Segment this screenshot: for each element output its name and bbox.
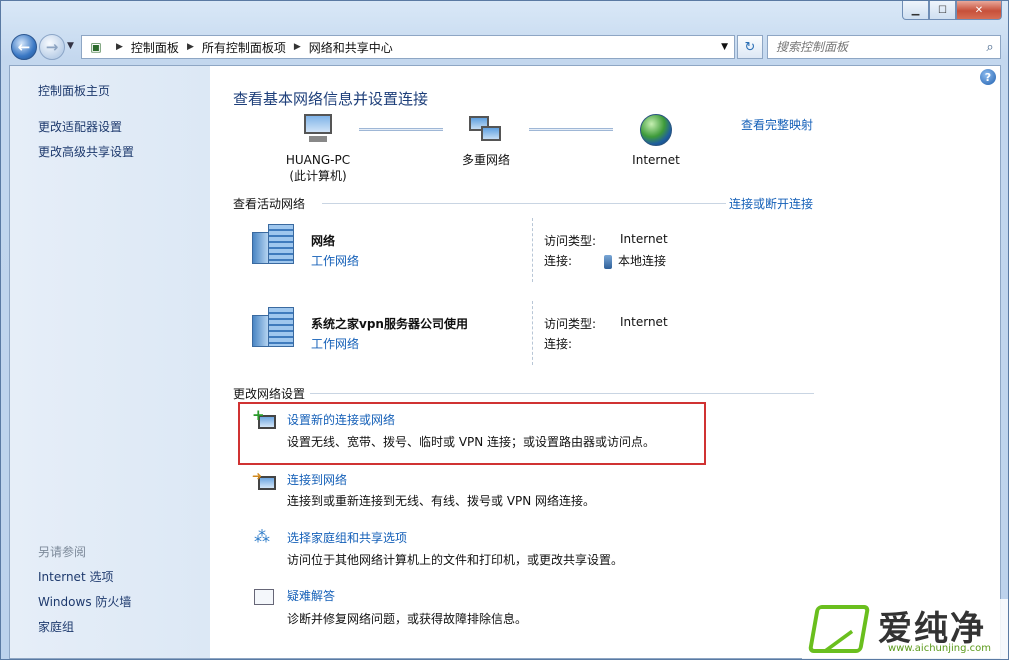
main-panel: ? 查看基本网络信息并设置连接 查看完整映射 HUANG-PC (此计算机) 多… [210,66,1000,658]
access-type-value: Internet [620,232,668,246]
task-troubleshoot-link[interactable]: 疑难解答 [287,587,335,604]
local-connection-link[interactable]: 本地连接 [604,252,666,269]
internet-label: Internet [632,153,680,167]
window: ▁ ☐ ✕ ← → ▼ ▣ ▶ 控制面板 ▶ 所有控制面板项 ▶ 网络和共享中心… [0,0,1009,660]
task-new-connection-desc: 设置无线、宽带、拨号、临时或 VPN 连接；或设置路由器或访问点。 [287,435,656,449]
content-area: 控制面板主页 更改适配器设置 更改高级共享设置 另请参阅 Internet 选项… [9,65,1001,659]
section-divider [310,393,814,394]
address-dropdown-icon[interactable]: ▼ [721,42,728,52]
chevron-right-icon[interactable]: ▶ [116,42,123,52]
globe-icon [640,114,672,146]
caption-buttons: ▁ ☐ ✕ [902,1,1002,20]
change-settings-title: 更改网络设置 [233,387,306,401]
network-type-link[interactable]: 工作网络 [311,335,359,352]
breadcrumb-control-panel[interactable]: 控制面板 [131,39,179,56]
task-connect-link[interactable]: 连接到网络 [287,471,347,488]
recent-pages-dropdown-icon[interactable]: ▼ [67,41,74,51]
task-new-connection-link[interactable]: 设置新的连接或网络 [287,411,395,428]
homegroup-icon[interactable]: ⁂ [252,527,278,551]
troubleshoot-icon[interactable] [252,587,278,609]
task-homegroup-link[interactable]: 选择家庭组和共享选项 [287,529,407,546]
access-type-label: 访问类型: [544,317,597,331]
connect-disconnect-link[interactable]: 连接或断开连接 [729,195,813,212]
task-connect-desc: 连接到或重新连接到无线、有线、拨号或 VPN 网络连接。 [287,494,596,508]
view-full-map-link[interactable]: 查看完整映射 [741,116,813,133]
map-connection-line [529,128,613,131]
map-node-internet[interactable]: Internet [624,114,688,168]
active-networks-title: 查看活动网络 [233,197,306,211]
section-divider [322,203,726,204]
forward-button[interactable]: → [39,34,65,60]
breadcrumb-all-items[interactable]: 所有控制面板项 [202,39,286,56]
work-network-icon[interactable] [252,224,300,266]
search-box: ⌕ [767,35,1001,59]
column-divider [532,218,533,282]
chevron-right-icon[interactable]: ▶ [187,42,194,52]
local-connection-label: 本地连接 [618,254,667,268]
computer-icon [299,114,337,146]
new-connection-icon[interactable]: + [252,406,278,432]
connect-to-network-icon[interactable]: ➜ [252,469,278,493]
column-divider [532,301,533,365]
sidebar: 控制面板主页 更改适配器设置 更改高级共享设置 另请参阅 Internet 选项… [10,66,210,658]
network-adapter-icon [604,254,612,269]
page-title: 查看基本网络信息并设置连接 [233,90,429,108]
network-folder-icon: ▣ [90,40,102,54]
computer-name: HUANG-PC [285,153,351,167]
search-input[interactable] [768,37,980,57]
sidebar-link-adapter[interactable]: 更改适配器设置 [38,118,122,135]
sidebar-link-homegroup[interactable]: 家庭组 [38,618,74,635]
work-network-icon[interactable] [252,307,300,349]
navigation-bar: ← → ▼ ▣ ▶ 控制面板 ▶ 所有控制面板项 ▶ 网络和共享中心 ▼ ↻ ⌕ [9,31,1001,61]
access-type-label: 访问类型: [544,234,597,248]
network-name: 网络 [311,234,336,248]
sidebar-link-home[interactable]: 控制面板主页 [38,82,110,99]
connection-label: 连接: [544,337,573,351]
multiple-networks-icon [467,114,505,146]
sidebar-link-internet-options[interactable]: Internet 选项 [38,568,113,585]
maximize-button[interactable]: ☐ [929,1,956,20]
chevron-right-icon[interactable]: ▶ [294,42,301,52]
see-also-heading: 另请参阅 [38,545,87,559]
sidebar-link-firewall[interactable]: Windows 防火墙 [38,593,131,610]
search-icon[interactable]: ⌕ [980,40,1000,55]
map-node-computer[interactable]: HUANG-PC (此计算机) [282,114,354,184]
help-icon[interactable]: ? [980,69,996,85]
map-node-multiple-networks[interactable]: 多重网络 [454,114,518,168]
watermark-logo-icon [807,605,871,653]
task-troubleshoot-desc: 诊断并修复网络问题，或获得故障排除信息。 [287,612,528,626]
watermark: 爱纯净 www.aichunjing.com [802,599,1008,659]
map-connection-line [359,128,443,131]
task-homegroup-desc: 访问位于其他网络计算机上的文件和打印机，或更改共享设置。 [287,553,624,567]
multiple-networks-label: 多重网络 [461,153,510,167]
minimize-button[interactable]: ▁ [902,1,929,20]
breadcrumb-network-center[interactable]: 网络和共享中心 [309,39,393,56]
access-type-value: Internet [620,315,668,329]
watermark-url: www.aichunjing.com [888,643,991,654]
connection-label: 连接: [544,254,573,268]
refresh-button[interactable]: ↻ [737,35,763,59]
sidebar-link-advanced-sharing[interactable]: 更改高级共享设置 [38,143,134,160]
network-name: 系统之家vpn服务器公司使用 [311,317,468,331]
network-type-link[interactable]: 工作网络 [311,252,359,269]
computer-sub: (此计算机) [289,169,347,183]
back-button[interactable]: ← [11,34,37,60]
close-button[interactable]: ✕ [956,1,1002,20]
address-bar[interactable]: ▣ ▶ 控制面板 ▶ 所有控制面板项 ▶ 网络和共享中心 ▼ [81,35,735,59]
